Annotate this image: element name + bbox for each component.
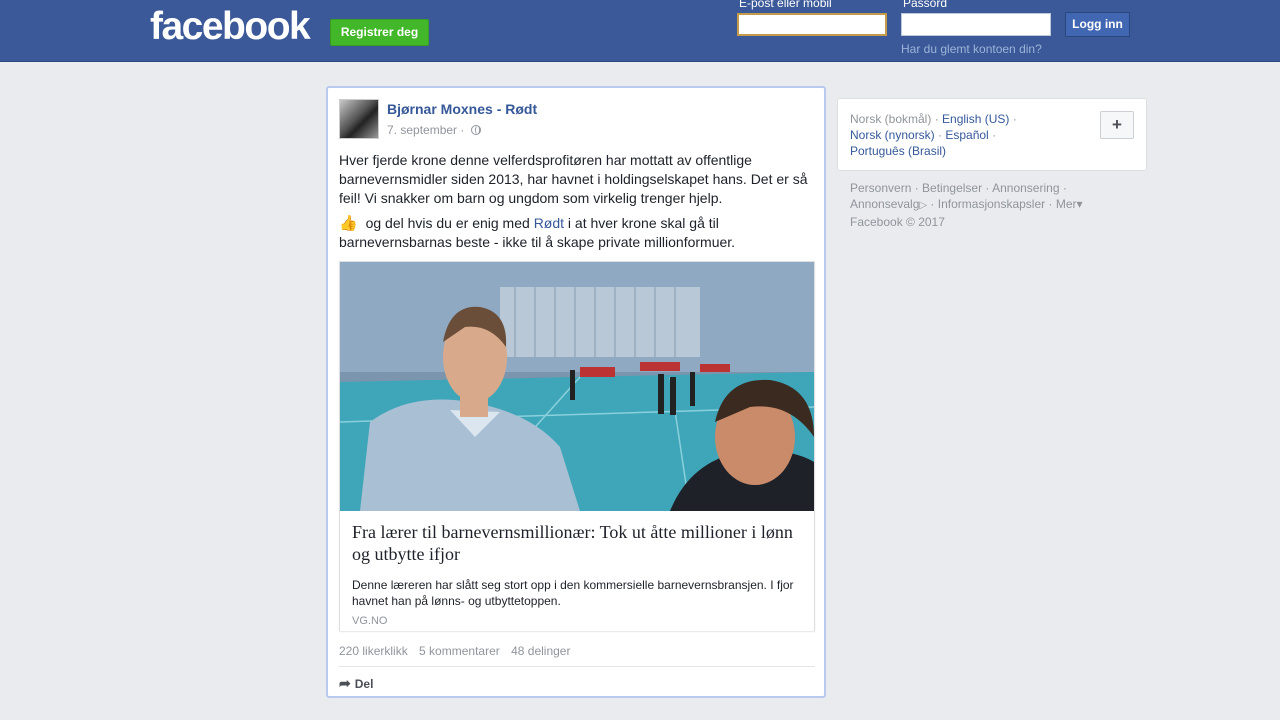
share-label: Del — [354, 677, 374, 691]
divider — [339, 666, 815, 667]
current-language: Norsk (bokmål) — [850, 112, 932, 126]
email-field[interactable] — [737, 13, 887, 36]
add-language-button[interactable]: + — [1100, 111, 1134, 139]
link-title[interactable]: Fra lærer til barnevernsmillionær: Tok u… — [352, 521, 802, 565]
share-arrow-icon: ➦ — [339, 675, 351, 691]
footer-link[interactable]: Informasjonskapsler — [938, 197, 1045, 211]
avatar[interactable] — [339, 99, 379, 139]
link-preview-body: Fra lærer til barnevernsmillionær: Tok u… — [340, 511, 814, 631]
post-paragraph: 👍 og del hvis du er enig med Rødt i at h… — [339, 214, 815, 252]
footer-link[interactable]: Betingelser — [922, 181, 982, 195]
language-link[interactable]: Português (Brasil) — [850, 144, 946, 158]
post-paragraph-text: og del hvis du er enig med — [365, 215, 530, 231]
post-date[interactable]: 7. september — [387, 123, 457, 137]
footer-link[interactable]: Annonsering — [992, 181, 1059, 195]
login-button[interactable]: Logg inn — [1065, 12, 1130, 37]
comments-count[interactable]: 5 kommentarer — [419, 644, 500, 658]
likes-count[interactable]: 220 likerklikk — [339, 644, 408, 658]
link-description: Denne læreren har slått seg stort opp i … — [352, 578, 794, 608]
facebook-logo[interactable]: facebook — [150, 5, 311, 49]
password-field[interactable] — [901, 13, 1051, 36]
adchoices-icon: ▷ — [919, 200, 928, 211]
post-card: Bjørnar Moxnes - Rødt 7. september · Hve… — [326, 86, 826, 698]
language-link[interactable]: English (US) — [942, 112, 1009, 126]
link-source: VG.NO — [352, 615, 388, 627]
link-preview-image[interactable] — [340, 262, 814, 511]
chevron-down-icon[interactable]: ▾ — [1077, 197, 1083, 211]
shares-count[interactable]: 48 delinger — [511, 644, 570, 658]
post-text: Hver fjerde krone denne velferdsprofitør… — [339, 151, 815, 258]
globe-icon[interactable] — [470, 125, 481, 135]
email-label: E-post eller mobil — [739, 0, 832, 10]
top-bar: facebook Registrer deg E-post eller mobi… — [0, 0, 1280, 62]
post-paragraph: Hver fjerde krone denne velferdsprofitør… — [339, 152, 808, 206]
footer-links: Personvern · Betingelser · Annonsering ·… — [850, 181, 1083, 229]
language-link[interactable]: Español — [945, 128, 988, 142]
register-button[interactable]: Registrer deg — [330, 19, 429, 46]
page-mention-link[interactable]: Rødt — [534, 215, 564, 231]
share-button[interactable]: ➦ Del — [339, 675, 373, 692]
footer-link[interactable]: Mer — [1056, 197, 1077, 211]
forgot-account-link[interactable]: Har du glemt kontoen din? — [901, 42, 1042, 56]
post-stats: 220 likerklikk 5 kommentarer 48 delinger — [339, 644, 578, 658]
footer-link[interactable]: Personvern — [850, 181, 911, 195]
post-meta: 7. september · — [387, 123, 481, 137]
password-label: Passord — [903, 0, 948, 10]
language-list: Norsk (bokmål) · English (US) · Norsk (n… — [850, 112, 1017, 158]
thumbs-up-icon: 👍 — [339, 215, 358, 232]
copyright: Facebook © 2017 — [850, 215, 945, 229]
meta-separator: · — [460, 123, 465, 137]
footer-link[interactable]: Annonsevalg — [850, 197, 919, 211]
post-author[interactable]: Bjørnar Moxnes - Rødt — [387, 101, 537, 117]
link-preview-card[interactable]: Fra lærer til barnevernsmillionær: Tok u… — [339, 261, 815, 631]
language-box: Norsk (bokmål) · English (US) · Norsk (n… — [837, 98, 1147, 171]
article-photo — [340, 262, 814, 511]
language-link[interactable]: Norsk (nynorsk) — [850, 128, 935, 142]
